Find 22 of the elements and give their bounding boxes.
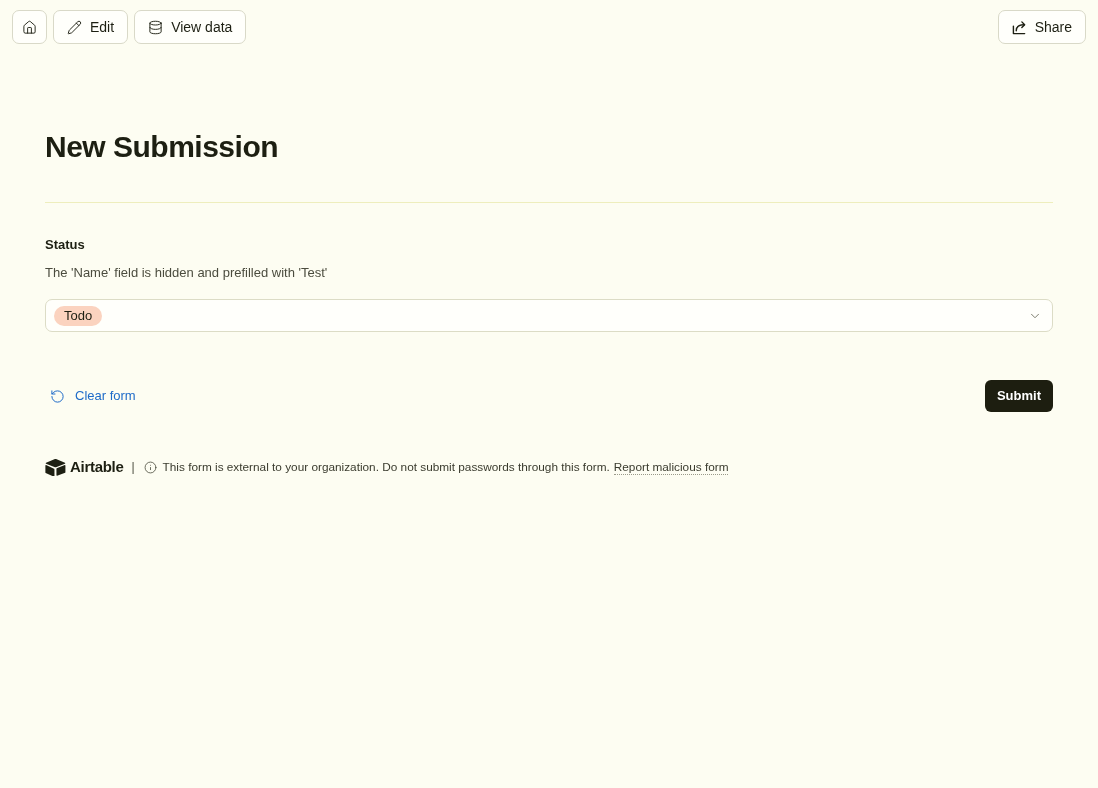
pencil-icon	[67, 19, 82, 35]
form-title: New Submission	[45, 129, 279, 165]
field-label: Status	[45, 237, 85, 253]
view-data-button[interactable]: View data	[134, 10, 247, 44]
field-description: The 'Name' field is hidden and prefilled with 'Test'	[45, 265, 328, 281]
selected-option: Todo	[54, 305, 103, 326]
separator-text: |	[131, 459, 135, 476]
share-button[interactable]: Share	[997, 10, 1086, 44]
notice-text: This form is external to your organization. Do not submit passwords through this form.	[162, 460, 610, 474]
logo-icon	[45, 458, 66, 476]
edit-button[interactable]: Edit	[53, 10, 129, 44]
clear-form-button[interactable]: Clear form	[45, 386, 136, 406]
brand-name: Airtable	[70, 458, 124, 476]
undo-icon	[50, 388, 65, 404]
database-icon	[148, 19, 164, 35]
info-icon	[143, 460, 157, 474]
submit-button[interactable]: Submit	[984, 380, 1053, 412]
share-icon	[1011, 19, 1027, 35]
house-icon	[22, 19, 37, 35]
select-field[interactable]: Todo	[45, 299, 1053, 332]
home-button[interactable]	[12, 10, 47, 44]
report-link[interactable]: Report malicious form	[613, 459, 729, 475]
